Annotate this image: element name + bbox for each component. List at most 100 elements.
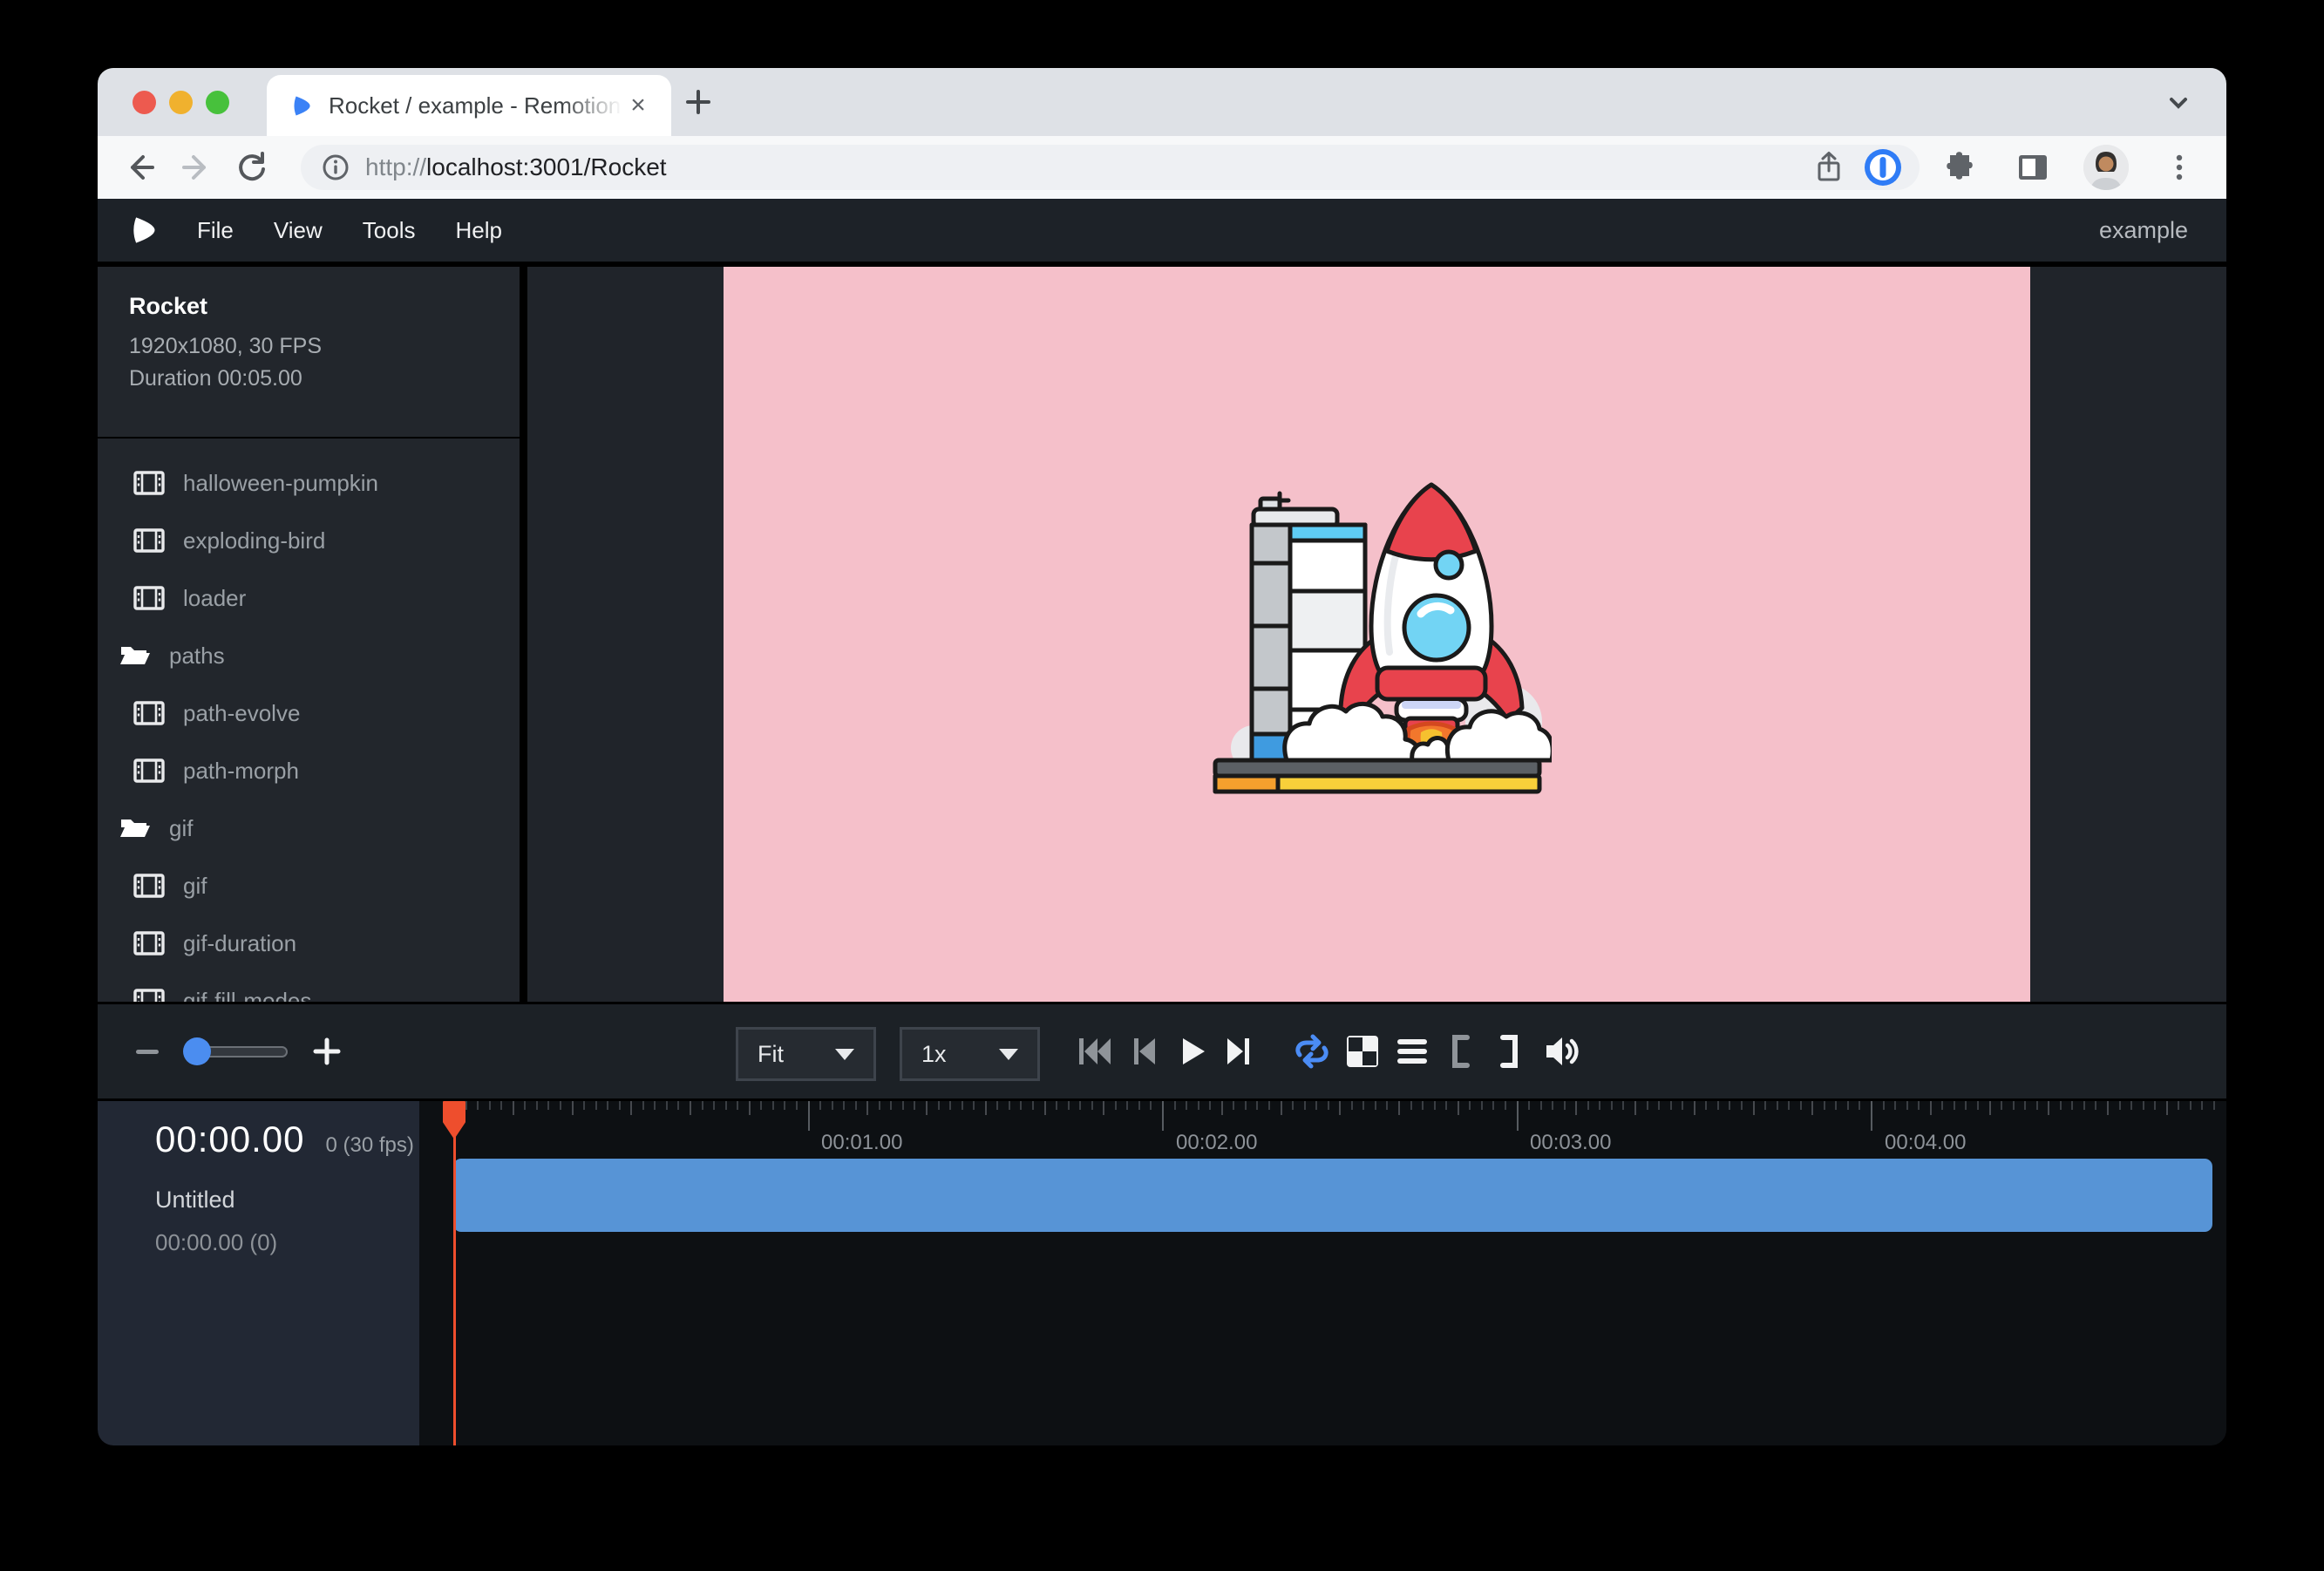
ruler-tick	[1492, 1101, 1494, 1110]
ruler-tick	[1056, 1101, 1057, 1110]
browser-tab[interactable]: Rocket / example - Remotion P ×	[267, 75, 671, 136]
film-icon	[133, 470, 166, 496]
ruler-tick	[1575, 1101, 1577, 1115]
sidebar-folder-gif[interactable]: gif	[98, 799, 520, 857]
forward-icon[interactable]	[173, 144, 220, 191]
transparency-checkerboard-icon[interactable]	[1339, 1004, 1386, 1098]
ruler-tick	[819, 1101, 821, 1110]
browser-menu-dots-icon[interactable]	[2155, 143, 2204, 192]
share-icon[interactable]	[1811, 150, 1846, 185]
ruler-tick	[547, 1101, 549, 1110]
ruler-tick	[1753, 1101, 1755, 1115]
url-bar[interactable]: http://localhost:3001/Rocket	[301, 145, 1920, 190]
current-frame-info: 0 (30 fps)	[326, 1133, 414, 1158]
sidebar-item-gif-duration[interactable]: gif-duration	[98, 915, 520, 972]
playhead-line[interactable]	[453, 1101, 456, 1445]
sidebar-item-exploding-bird[interactable]: exploding-bird	[98, 512, 520, 569]
film-icon	[133, 527, 166, 554]
skip-to-start-icon[interactable]	[1071, 1004, 1118, 1098]
ruler-tick	[2060, 1101, 2062, 1110]
zoom-out-minus-icon[interactable]	[133, 1037, 162, 1066]
minimize-window-button[interactable]	[169, 91, 193, 114]
ruler-tick	[2095, 1101, 2096, 1110]
side-panel-icon[interactable]	[2008, 143, 2057, 192]
ruler-tick	[1458, 1101, 1459, 1115]
profile-avatar[interactable]	[2083, 145, 2129, 190]
ruler-tick	[1186, 1101, 1187, 1110]
ruler-tick	[2048, 1101, 2049, 1115]
play-icon[interactable]	[1168, 1004, 1215, 1098]
ruler-tick	[2013, 1101, 2015, 1110]
close-tab-icon[interactable]: ×	[622, 90, 654, 121]
ruler-tick	[1445, 1101, 1447, 1110]
ruler-tick	[2119, 1101, 2121, 1110]
ruler-tick	[1245, 1101, 1247, 1110]
composition-duration: Duration 00:05.00	[129, 363, 520, 395]
ruler-tick	[489, 1101, 491, 1110]
chevron-down-icon	[835, 1049, 854, 1060]
rich-timeline-icon[interactable]	[1389, 1004, 1436, 1098]
playhead-marker[interactable]	[441, 1101, 467, 1139]
ruler-tick	[1800, 1101, 1802, 1110]
ruler-tick	[2024, 1101, 2026, 1110]
extensions-puzzle-icon[interactable]	[1933, 143, 1982, 192]
next-frame-icon[interactable]	[1215, 1004, 1262, 1098]
ruler-tick	[2154, 1101, 2156, 1110]
loop-icon[interactable]	[1288, 1004, 1335, 1098]
canvas-size-select[interactable]: Fit	[736, 1027, 876, 1081]
rocket-illustration	[1203, 460, 1552, 809]
sidebar-item-gif-fill-modes[interactable]: gif-fill-modes	[98, 972, 520, 1002]
ruler-tick	[1729, 1101, 1730, 1110]
sidebar-item-path-morph[interactable]: path-morph	[98, 742, 520, 799]
sidebar-item-path-evolve[interactable]: path-evolve	[98, 684, 520, 742]
canvas-zoom-slider[interactable]	[185, 1046, 288, 1058]
ruler-tick	[1906, 1101, 1908, 1110]
new-tab-button[interactable]	[680, 84, 717, 120]
ruler-tick	[1103, 1101, 1104, 1115]
film-icon	[133, 930, 166, 956]
film-icon	[133, 585, 166, 611]
ruler-tick	[1126, 1101, 1128, 1110]
film-icon	[133, 758, 166, 784]
fullscreen-window-button[interactable]	[206, 91, 229, 114]
zoom-slider-thumb[interactable]	[183, 1037, 211, 1065]
in-point-bracket-icon[interactable]	[1437, 1004, 1484, 1098]
ruler-label: 00:04.00	[1885, 1131, 1966, 1155]
ruler-tick	[1032, 1101, 1034, 1110]
playback-speed-select[interactable]: 1x	[900, 1027, 1040, 1081]
onepassword-extension-icon[interactable]	[1859, 143, 1907, 192]
back-icon[interactable]	[117, 144, 164, 191]
tab-search-chevron-icon[interactable]	[2164, 87, 2193, 121]
menu-file[interactable]: File	[197, 217, 234, 244]
sidebar-item-halloween-pumpkin[interactable]: halloween-pumpkin	[98, 454, 520, 512]
ruler-tick	[1091, 1101, 1093, 1110]
close-window-button[interactable]	[133, 91, 156, 114]
timeline-track-bar[interactable]	[453, 1159, 2212, 1232]
ruler-tick	[1941, 1101, 1943, 1110]
out-point-bracket-icon[interactable]	[1486, 1004, 1533, 1098]
menu-tools[interactable]: Tools	[363, 217, 416, 244]
url-text[interactable]: http://localhost:3001/Rocket	[365, 153, 1811, 181]
current-timecode: 00:00.00	[155, 1119, 305, 1160]
timeline-tracks-area[interactable]: 00:01.00 00:02.00 00:03.00 00:04.00	[425, 1101, 2226, 1445]
ruler-tick	[1398, 1101, 1400, 1115]
ruler-tick	[1351, 1101, 1353, 1110]
menu-help[interactable]: Help	[456, 217, 502, 244]
sidebar-item-gif[interactable]: gif	[98, 857, 520, 915]
ruler-tick	[1777, 1101, 1778, 1110]
ruler-tick	[1150, 1101, 1152, 1110]
volume-icon[interactable]	[1539, 1004, 1586, 1098]
zoom-in-plus-icon[interactable]	[310, 1035, 343, 1068]
ruler-tick	[1859, 1101, 1860, 1110]
reload-icon[interactable]	[228, 144, 275, 191]
menu-view[interactable]: View	[274, 217, 323, 244]
ruler-tick	[1009, 1101, 1010, 1110]
ruler-tick	[737, 1101, 738, 1110]
site-info-icon[interactable]	[320, 152, 351, 183]
ruler-tick	[677, 1101, 679, 1110]
ruler-tick	[607, 1101, 608, 1110]
previous-frame-icon[interactable]	[1120, 1004, 1167, 1098]
sidebar-item-loader[interactable]: loader	[98, 569, 520, 627]
ruler-tick	[1198, 1101, 1199, 1110]
sidebar-folder-paths[interactable]: paths	[98, 627, 520, 684]
